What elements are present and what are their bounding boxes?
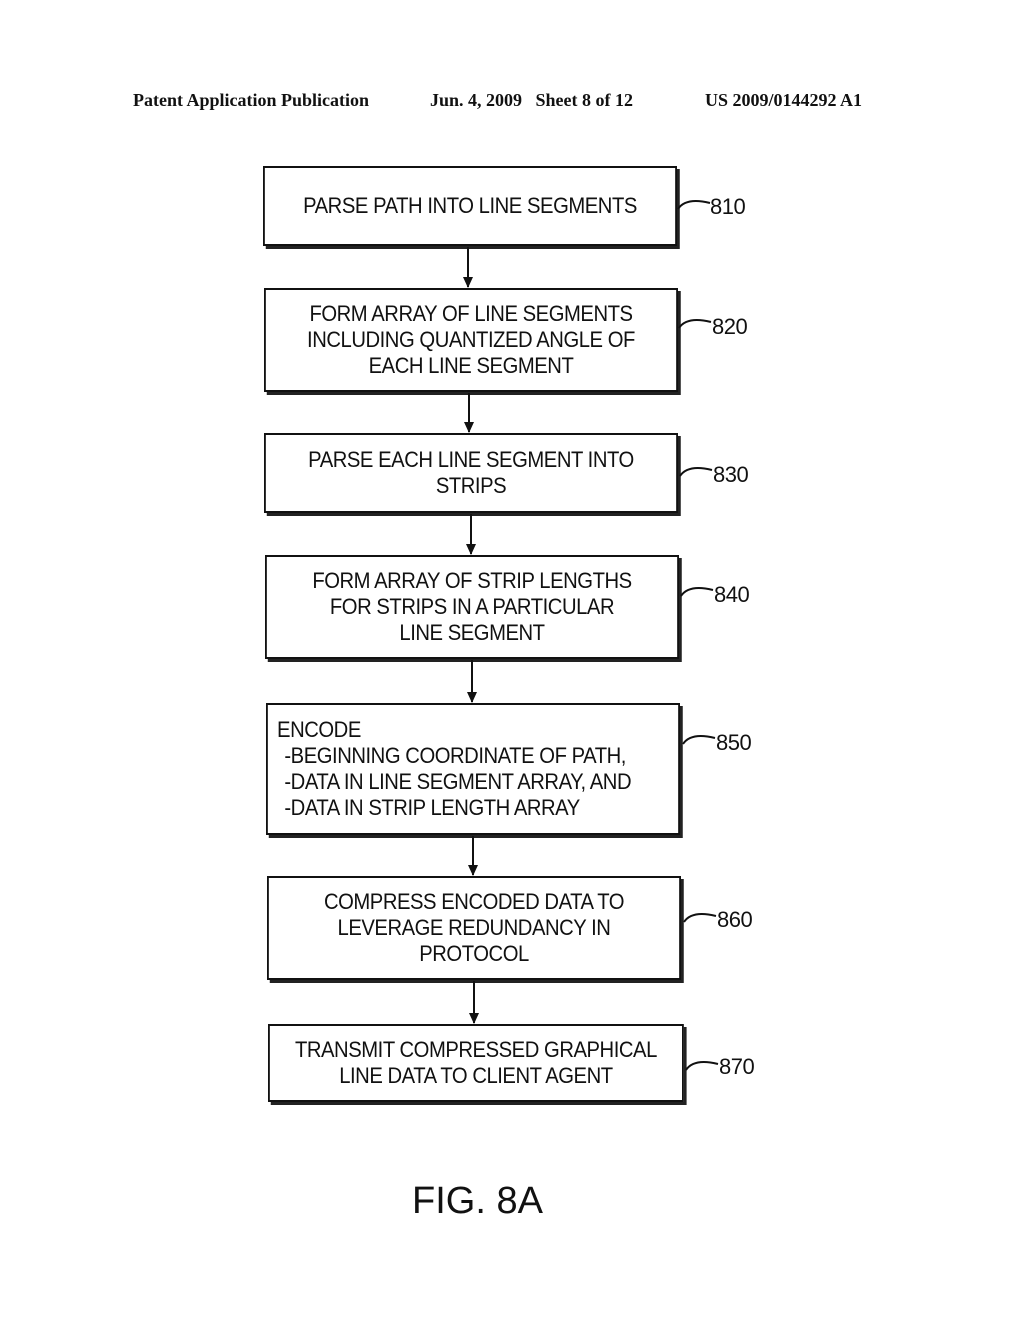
step-text: COMPRESS ENCODED DATA TO — [323, 889, 625, 914]
step-text: FOR STRIPS IN A PARTICULAR — [329, 594, 615, 619]
step-text: EACH LINE SEGMENT — [368, 353, 574, 378]
leader-820 — [678, 319, 712, 329]
step-860-box: COMPRESS ENCODED DATA TO LEVERAGE REDUND… — [267, 876, 681, 980]
step-text: ENCODE — [277, 717, 361, 742]
step-text: PARSE PATH INTO LINE SEGMENTS — [303, 193, 637, 218]
ref-810: 810 — [710, 194, 746, 219]
step-870-box: TRANSMIT COMPRESSED GRAPHICAL LINE DATA … — [268, 1024, 684, 1102]
arrow-840-to-850 — [467, 660, 477, 703]
step-text: -DATA IN STRIP LENGTH ARRAY — [284, 795, 580, 820]
step-text: PROTOCOL — [419, 941, 529, 966]
step-text: FORM ARRAY OF LINE SEGMENTS — [309, 301, 633, 326]
arrow-850-to-860 — [468, 836, 478, 876]
header-publication: Patent Application Publication — [133, 90, 370, 110]
step-text: LINE DATA TO CLIENT AGENT — [339, 1063, 613, 1088]
step-text: -DATA IN LINE SEGMENT ARRAY, AND — [284, 769, 632, 794]
leader-850 — [682, 735, 716, 745]
header-patent-number: US 2009/0144292 A1 — [705, 90, 863, 110]
arrow-820-to-830 — [464, 393, 474, 433]
step-850-box: ENCODE -BEGINNING COORDINATE OF PATH, -D… — [266, 703, 680, 835]
arrow-860-to-870 — [469, 981, 479, 1024]
ref-820: 820 — [712, 314, 748, 339]
ref-830: 830 — [713, 462, 749, 487]
step-830-box: PARSE EACH LINE SEGMENT INTO STRIPS — [264, 433, 678, 513]
step-text: INCLUDING QUANTIZED ANGLE OF — [307, 327, 635, 352]
step-820-box: FORM ARRAY OF LINE SEGMENTS INCLUDING QU… — [264, 288, 678, 392]
step-text: PARSE EACH LINE SEGMENT INTO — [308, 447, 634, 472]
header-date-sheet: Jun. 4, 2009 Sheet 8 of 12 — [430, 90, 634, 110]
step-text: LEVERAGE REDUNDANCY IN — [337, 915, 611, 940]
arrow-830-to-840 — [466, 514, 476, 555]
ref-860: 860 — [717, 907, 753, 932]
arrow-810-to-820 — [463, 247, 473, 288]
leader-870 — [685, 1061, 719, 1071]
step-text: -BEGINNING COORDINATE OF PATH, — [284, 743, 626, 768]
ref-870: 870 — [719, 1054, 755, 1079]
step-810-box: PARSE PATH INTO LINE SEGMENTS — [263, 166, 677, 246]
step-text: STRIPS — [435, 473, 507, 498]
step-text: FORM ARRAY OF STRIP LENGTHS — [312, 568, 632, 593]
step-text: TRANSMIT COMPRESSED GRAPHICAL — [294, 1037, 657, 1062]
leader-830 — [679, 467, 713, 477]
step-840-box: FORM ARRAY OF STRIP LENGTHS FOR STRIPS I… — [265, 555, 679, 659]
ref-840: 840 — [714, 582, 750, 607]
figure-label: FIG. 8A — [412, 1180, 543, 1222]
leader-840 — [680, 587, 714, 597]
leader-860 — [683, 913, 717, 923]
ref-850: 850 — [716, 730, 752, 755]
step-text: LINE SEGMENT — [399, 620, 545, 645]
